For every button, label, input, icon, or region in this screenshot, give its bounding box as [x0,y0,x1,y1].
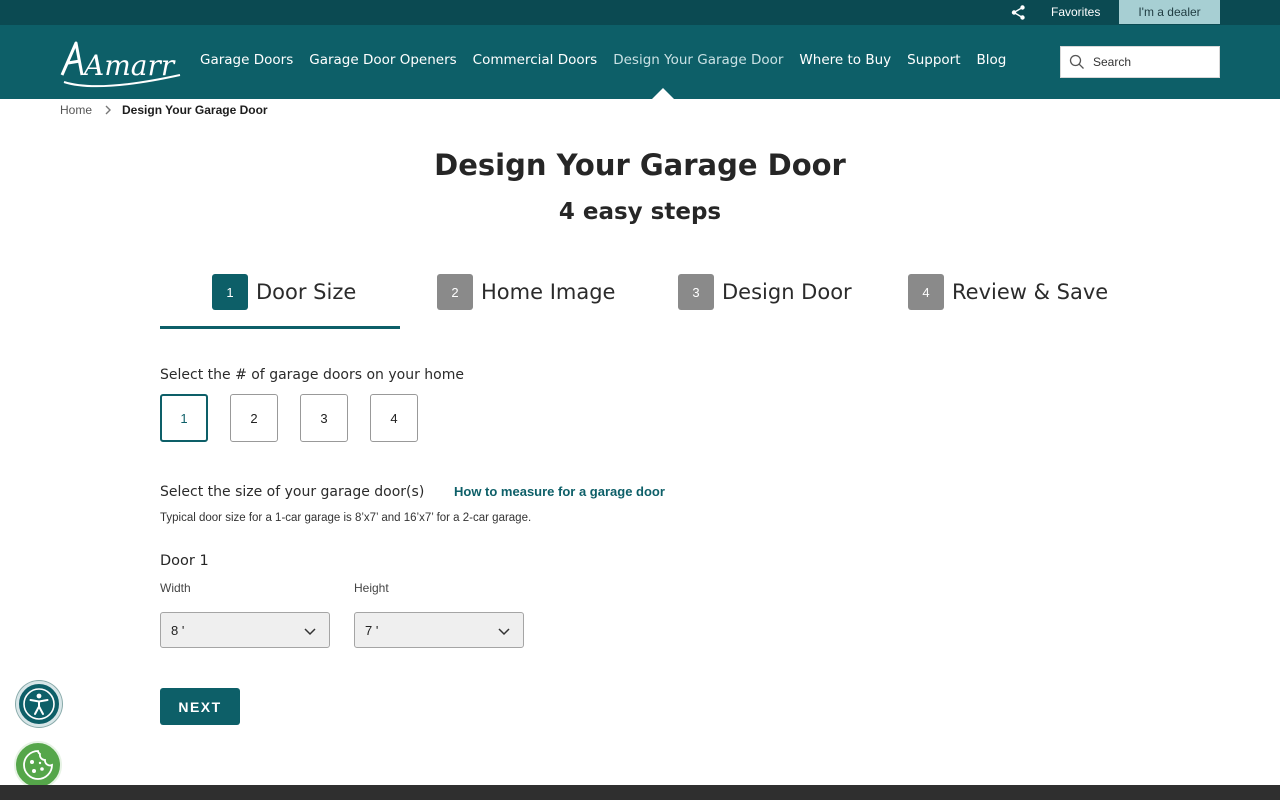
amarr-logo[interactable]: Amarr [58,35,186,89]
step-label: Door Size [256,280,357,304]
door-1-label: Door 1 [160,553,209,569]
door-count-1-button[interactable]: 1 [160,394,208,442]
breadcrumb-current: Design Your Garage Door [122,103,268,117]
dealer-button[interactable]: I'm a dealer [1119,0,1220,24]
step-number: 1 [212,274,248,310]
logo-text: Amarr [81,49,176,82]
page-subtitle: 4 easy steps [558,199,722,225]
step-number: 4 [908,274,944,310]
step-review-save[interactable]: 4 Review & Save [908,274,1108,310]
step-number: 2 [437,274,473,310]
nav-commercial-doors[interactable]: Commercial Doors [473,52,598,68]
nav-support[interactable]: Support [907,52,960,68]
height-select-value: 7 ' [365,622,379,638]
nav-design-your-garage-door[interactable]: Design Your Garage Door [613,52,783,68]
primary-nav: Garage Doors Garage Door Openers Commerc… [200,52,1022,68]
step-label: Review & Save [952,280,1109,304]
accessibility-button[interactable] [16,681,62,727]
door-count-4-button[interactable]: 4 [370,394,418,442]
main-nav: Amarr Garage Doors Garage Door Openers C… [0,25,1280,99]
height-label: Height [354,581,389,595]
page-title: Design Your Garage Door [434,148,846,182]
step-number: 3 [678,274,714,310]
search-icon [1069,54,1084,69]
breadcrumb: Home Design Your Garage Door [60,103,268,117]
height-select[interactable]: 7 ' [354,612,524,648]
door-count-label: Select the # of garage doors on your hom… [160,367,464,383]
step-label: Design Door [722,280,852,304]
chevron-right-icon [105,105,112,115]
accessibility-icon [23,688,55,720]
nav-garage-door-openers[interactable]: Garage Door Openers [309,52,456,68]
active-step-underline [160,326,400,329]
chevron-down-icon [498,628,510,636]
width-select-value: 8 ' [171,622,185,638]
door-size-label: Select the size of your garage door(s) [160,484,425,500]
share-icon[interactable] [1010,4,1027,21]
door-count-3-button[interactable]: 3 [300,394,348,442]
favorites-link[interactable]: Favorites [1051,5,1100,19]
nav-where-to-buy[interactable]: Where to Buy [799,52,891,68]
how-to-measure-link[interactable]: How to measure for a garage door [454,484,665,499]
door-count-2-button[interactable]: 2 [230,394,278,442]
footer-strip [0,785,1280,800]
width-label: Width [160,581,191,595]
step-door-size[interactable]: 1 Door Size [212,274,356,310]
step-label: Home Image [481,280,616,304]
step-home-image[interactable]: 2 Home Image [437,274,615,310]
nav-garage-doors[interactable]: Garage Doors [200,52,293,68]
typical-size-helper: Typical door size for a 1-car garage is … [160,512,532,524]
chevron-down-icon [304,628,316,636]
step-design-door[interactable]: 3 Design Door [678,274,852,310]
search-input[interactable] [1093,55,1213,69]
cookie-settings-button[interactable] [14,741,62,789]
breadcrumb-home[interactable]: Home [60,103,92,117]
active-nav-indicator [652,88,674,99]
nav-blog[interactable]: Blog [977,52,1007,68]
width-select[interactable]: 8 ' [160,612,330,648]
cookie-icon [23,750,53,780]
next-button[interactable]: NEXT [160,688,240,725]
search-box[interactable] [1060,46,1220,78]
utility-bar: Favorites I'm a dealer [0,0,1280,25]
